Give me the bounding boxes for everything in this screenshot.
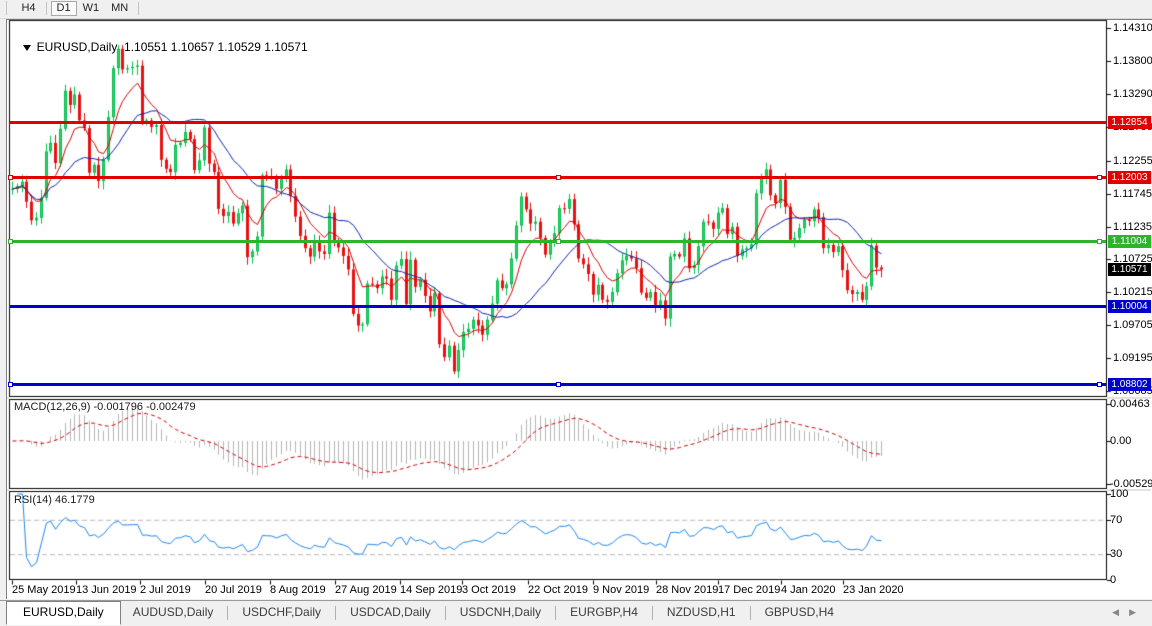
rsi-axis-tick: 30 — [1110, 548, 1123, 561]
price-level-tag: 1.08802 — [1108, 378, 1151, 391]
timeframe-toolbar: H4 D1 W1 MN — [0, 0, 1152, 19]
tab-eurgbp-h4[interactable]: EURGBP,H4 — [558, 601, 650, 624]
tab-separator — [444, 606, 446, 620]
ohlc-high: 1.10657 — [170, 40, 215, 54]
tab-separator — [651, 606, 653, 620]
line-handle-right[interactable] — [1097, 382, 1102, 387]
ohlc-close: 1.10571 — [264, 40, 308, 54]
tab-separator — [335, 606, 337, 620]
date-axis-label: 14 Sep 2019 — [400, 584, 463, 596]
price-axis-tick: 1.11745 — [1113, 187, 1152, 200]
price-axis-tick: 1.12255 — [1113, 154, 1152, 167]
tab-nzdusd-h1[interactable]: NZDUSD,H1 — [655, 601, 748, 624]
rsi-axis-tick: 100 — [1110, 488, 1129, 500]
tab-separator — [555, 606, 557, 620]
line-handle-left[interactable] — [8, 239, 13, 244]
panel-splitter-macd[interactable] — [7, 397, 1151, 399]
current-price-tag: 1.10571 — [1108, 263, 1151, 276]
tab-separator — [227, 606, 229, 620]
date-axis-label: 13 Jun 2019 — [76, 584, 137, 596]
line-handle-center[interactable] — [556, 382, 561, 387]
line-handle-center[interactable] — [556, 239, 561, 244]
chart-menu-icon[interactable] — [22, 45, 31, 51]
tab-scroll-right-icon[interactable]: ▶ — [1129, 607, 1146, 617]
macd-label: MACD(12,26,9) -0.001796 -0.002479 — [14, 401, 196, 413]
ohlc-low: 1.10529 — [217, 40, 261, 54]
toolbar-separator — [45, 2, 47, 15]
tab-eurusd-daily[interactable]: EURUSD,Daily — [6, 601, 121, 625]
chart-tab-bar: EURUSD,Daily AUDUSD,Daily USDCHF,Daily USDC… — [0, 600, 1152, 626]
timeframe-button-mn[interactable]: MN — [105, 1, 134, 16]
line-handle-left[interactable] — [8, 175, 13, 180]
date-axis-label: 27 Aug 2019 — [335, 584, 397, 596]
date-axis-label: 20 Jul 2019 — [205, 584, 262, 596]
date-axis-label: 22 Oct 2019 — [528, 584, 588, 596]
rsi-axis-tick: 70 — [1110, 513, 1123, 526]
timeframe-button-h4[interactable]: H4 — [15, 1, 41, 16]
price-axis-tick: 1.09195 — [1113, 352, 1152, 365]
price-axis-tick: 1.10215 — [1113, 286, 1152, 299]
macd-values: -0.001796 -0.002479 — [93, 401, 196, 413]
date-axis-label: 17 Dec 2019 — [718, 584, 781, 596]
date-axis-label: 9 Nov 2019 — [593, 584, 650, 596]
panel-splitter-rsi[interactable] — [7, 489, 1151, 491]
date-axis-label: 8 Aug 2019 — [270, 584, 326, 596]
line-handle-right[interactable] — [1097, 175, 1102, 180]
price-axis-tick: 1.09705 — [1113, 319, 1152, 332]
price-level-tag: 1.10004 — [1108, 300, 1151, 313]
toolbar-edge — [0, 1, 7, 15]
timeframe-button-w1[interactable]: W1 — [77, 1, 106, 16]
price-level-tag: 1.12003 — [1108, 171, 1151, 184]
tab-audusd-daily[interactable]: AUDUSD,Daily — [121, 601, 226, 624]
macd-axis-tick: 0.00463 — [1110, 397, 1150, 410]
tab-scroll-arrows[interactable]: ◀▶ — [1112, 607, 1146, 618]
chart-info-line: EURUSD,Daily 1.10551 1.10657 1.10529 1.1… — [16, 26, 308, 54]
price-axis-tick: 1.11235 — [1113, 220, 1152, 233]
date-axis-label: 28 Nov 2019 — [656, 584, 719, 596]
tab-gbpusd-h4[interactable]: GBPUSD,H4 — [753, 601, 846, 624]
date-axis-label: 4 Jan 2020 — [781, 584, 836, 596]
price-axis-tick: 1.13800 — [1113, 55, 1152, 68]
rsi-axis-tick: 0 — [1110, 574, 1117, 586]
rsi-label: RSI(14) 46.1779 — [14, 494, 95, 506]
price-chart-canvas[interactable] — [0, 0, 1152, 625]
date-axis-label: 2 Jul 2019 — [140, 584, 191, 596]
line-handle-center[interactable] — [556, 175, 561, 180]
tab-separator — [749, 606, 751, 620]
tab-usdcnh-daily[interactable]: USDCNH,Daily — [448, 601, 553, 624]
macd-axis-tick: 0.00 — [1110, 435, 1132, 447]
date-axis-label: 3 Oct 2019 — [462, 584, 516, 596]
rsi-value: 46.1779 — [54, 494, 95, 506]
price-axis-tick: 1.13290 — [1113, 87, 1152, 100]
tab-scroll-left-icon[interactable]: ◀ — [1112, 607, 1129, 617]
date-axis-label: 23 Jan 2020 — [843, 584, 904, 596]
tab-usdcad-daily[interactable]: USDCAD,Daily — [338, 601, 443, 624]
tab-usdchf-daily[interactable]: USDCHF,Daily — [230, 601, 333, 624]
chart-symbol-label: EURUSD,Daily — [36, 40, 118, 54]
ohlc-open: 1.10551 — [124, 40, 168, 54]
price-level-tag: 1.11004 — [1108, 235, 1151, 248]
timeframe-button-d1[interactable]: D1 — [50, 1, 77, 16]
price-axis-tick: 1.14310 — [1113, 22, 1152, 35]
toolbar-separator — [138, 2, 140, 15]
line-handle-right[interactable] — [1097, 239, 1102, 244]
price-level-tag: 1.12854 — [1108, 116, 1151, 129]
horizontal-line-1.12854[interactable] — [10, 121, 1106, 124]
date-axis-label: 25 May 2019 — [12, 584, 76, 596]
line-handle-left[interactable] — [8, 382, 13, 387]
horizontal-line-1.10004[interactable] — [10, 305, 1106, 308]
